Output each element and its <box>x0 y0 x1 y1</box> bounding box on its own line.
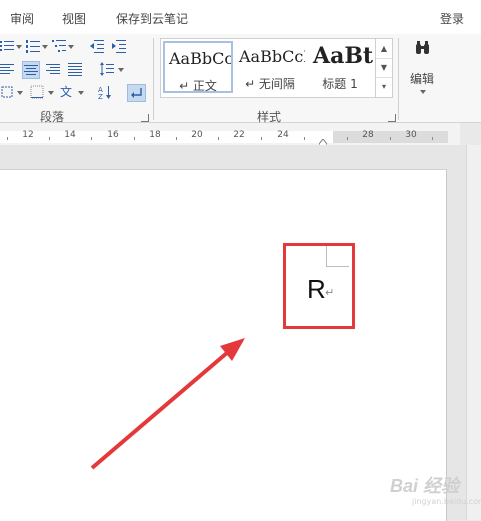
annotation-arrow-icon <box>90 338 245 470</box>
watermark: Bai 经验 <box>390 476 460 496</box>
watermark-subtitle: jingyan.baidu.com <box>412 497 481 506</box>
